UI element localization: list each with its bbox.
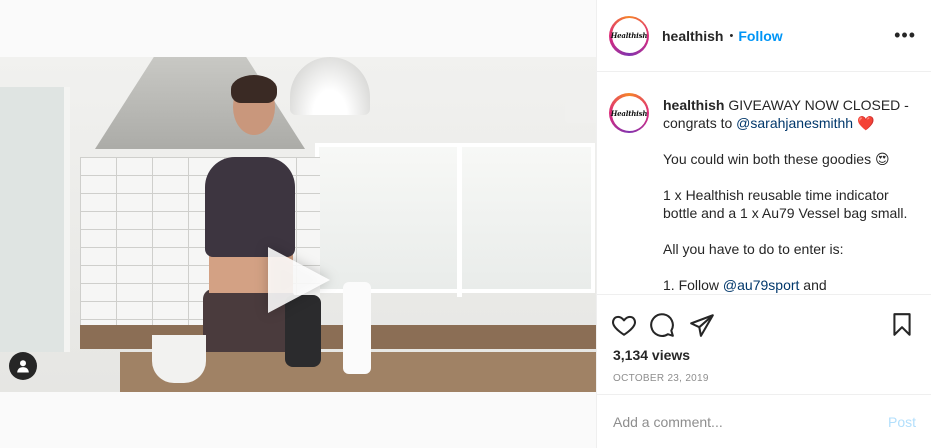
caption-paragraph: 1 x Healthish reusable time indicator bo… xyxy=(663,187,908,221)
comment-form: Add a comment... Post xyxy=(597,394,931,448)
tagged-users-button[interactable] xyxy=(9,352,37,380)
caption-step-suffix: and xyxy=(799,277,827,293)
follow-button[interactable]: Follow xyxy=(738,28,782,44)
video-player[interactable] xyxy=(0,57,596,392)
post-date[interactable]: OCTOBER 23, 2019 xyxy=(613,373,709,384)
post-header: Healthish healthish • Follow ••• xyxy=(597,0,931,72)
user-icon xyxy=(17,360,29,373)
play-icon[interactable] xyxy=(268,247,330,313)
action-bar: 3,134 views OCTOBER 23, 2019 xyxy=(597,294,931,394)
avatar[interactable]: Healthish xyxy=(609,15,649,56)
more-options-icon[interactable]: ••• xyxy=(894,26,916,44)
post-comment-button[interactable]: Post xyxy=(888,414,916,430)
caption-paragraph: All you have to do to enter is: xyxy=(663,241,844,257)
comment-input[interactable]: Add a comment... xyxy=(613,414,888,430)
video-frame-window-left xyxy=(0,87,70,352)
caption-paragraph: You could win both these goodies 😍 xyxy=(663,151,890,167)
mention-link[interactable]: @au79sport xyxy=(723,277,799,293)
share-button[interactable] xyxy=(689,312,715,338)
comment-icon xyxy=(650,313,674,337)
separator-dot: • xyxy=(729,29,734,42)
heart-icon xyxy=(612,315,636,336)
caption-avatar[interactable]: Healthish xyxy=(609,93,649,133)
bookmark-icon xyxy=(893,313,911,336)
like-button[interactable] xyxy=(611,312,637,338)
post-media xyxy=(0,0,596,448)
share-icon xyxy=(690,314,714,337)
caption-step-prefix: 1. Follow xyxy=(663,277,723,293)
username-link[interactable]: healthish xyxy=(662,28,723,44)
caption-username-link[interactable]: healthish xyxy=(663,97,724,113)
heart-emoji: ❤️ xyxy=(856,115,875,131)
post-panel: Healthish healthish • Follow ••• Healthi… xyxy=(596,0,931,448)
video-frame-window-right xyxy=(315,143,595,297)
video-frame-plant xyxy=(152,335,206,383)
caption-section: Healthish healthish GIVEAWAY NOW CLOSED … xyxy=(597,72,931,294)
mention-link[interactable]: @sarahjanesmithh xyxy=(736,115,853,131)
save-button[interactable] xyxy=(889,312,915,338)
avatar-logo-text: Healthish xyxy=(610,31,648,40)
video-frame-bottle xyxy=(343,282,371,374)
comment-button[interactable] xyxy=(649,312,675,338)
caption-text: healthish GIVEAWAY NOW CLOSED - congrats… xyxy=(663,96,913,294)
video-frame-lamp-2 xyxy=(565,87,596,123)
caption-avatar-logo-text: Healthish xyxy=(610,108,648,118)
view-count[interactable]: 3,134 views xyxy=(613,347,690,363)
